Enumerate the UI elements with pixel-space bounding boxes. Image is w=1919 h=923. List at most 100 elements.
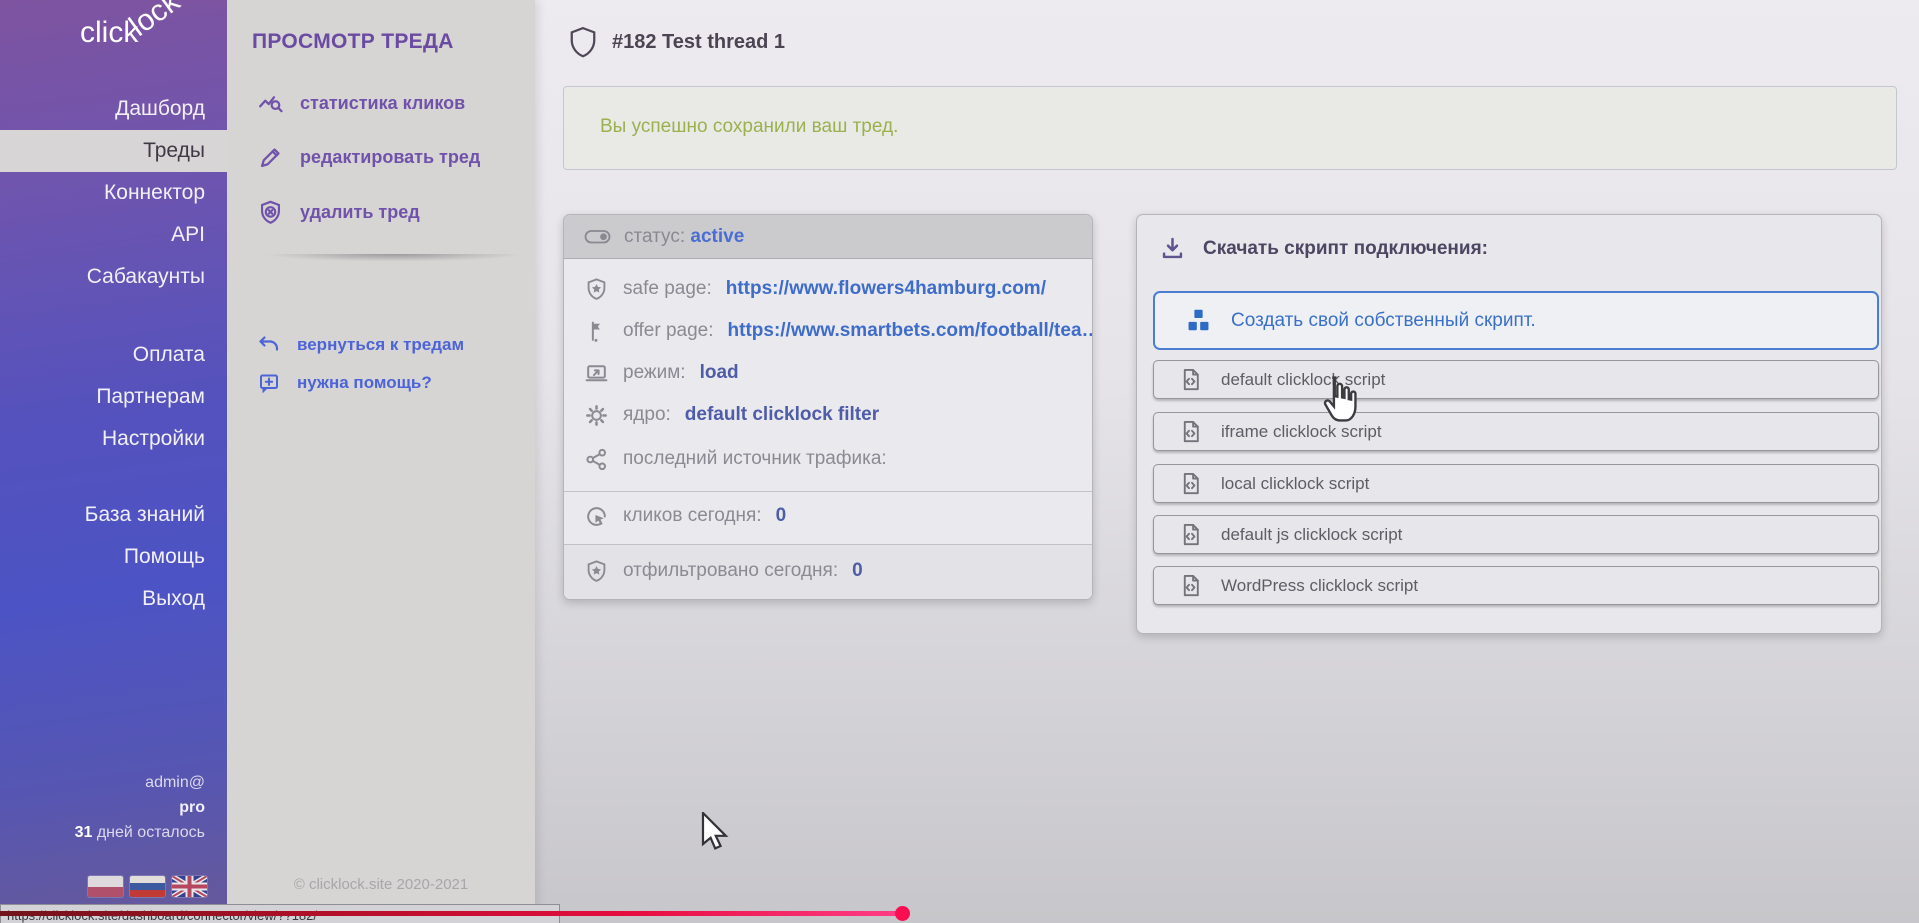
copyright: © clicklock.site 2020-2021 [227,876,535,893]
status-label: статус: [624,226,685,247]
thread-shield-icon [568,26,598,59]
code-file-icon [1178,522,1203,547]
sidebar-item-help[interactable]: Помощь [0,536,227,578]
mode-screen-icon [584,361,609,386]
success-alert-text: Вы успешно сохранили ваш тред. [600,116,898,138]
button-label: iframe clicklock script [1221,422,1382,442]
sidebar-item-payment[interactable]: Оплата [0,334,227,376]
sidebar-item-knowledge-base[interactable]: База знаний [0,494,227,536]
script-button-default-js[interactable]: default js clicklock script [1153,515,1879,554]
create-custom-script-button[interactable]: Создать свой собственный скрипт. [1153,291,1879,350]
clicklock-logo: clicklock [80,16,192,50]
download-panel-header: Скачать скрипт подключения: [1159,235,1488,262]
button-label: WordPress clicklock script [1221,576,1418,596]
button-label: local clicklock script [1221,474,1369,494]
sidebar-item-subaccounts[interactable]: Сабакаунты [0,256,227,298]
sidebar-item-logout[interactable]: Выход [0,578,227,620]
script-button-wordpress[interactable]: WordPress clicklock script [1153,566,1879,605]
download-scripts-panel: Скачать скрипт подключения: Создать свой… [1136,214,1882,634]
card-separator [564,491,1092,492]
video-progress-bar[interactable] [0,911,1919,916]
code-file-icon [1178,367,1203,392]
row-label: offer page: [623,320,714,342]
flag-pin-icon [584,319,609,344]
page-title: #182 Test thread 1 [612,31,785,54]
sidebar-item-settings[interactable]: Настройки [0,418,227,460]
row-value: default clicklock filter [685,404,879,426]
delete-shield-icon [257,199,284,226]
menu-item-label: редактировать тред [300,147,480,168]
panel-divider [251,254,537,264]
row-label: ядро: [623,404,671,426]
sidebar-item-connector[interactable]: Коннектор [0,172,227,214]
help-bubble-icon [257,371,281,395]
menu-item-edit-thread[interactable]: редактировать тред [257,142,480,172]
account-days-left: 31 дней осталось [75,820,205,845]
sidebar-item-partners[interactable]: Партнерам [0,376,227,418]
thread-menu-title: ПРОСМОТР ТРЕДА [252,30,454,54]
thread-status-card: статус: active safe page: https://www.fl… [563,214,1093,600]
link-back-to-threads[interactable]: вернуться к тредам [257,331,464,359]
row-value: 0 [776,505,787,527]
pencil-icon [257,144,284,171]
row-label: safe page: [623,278,712,300]
video-progress-dot[interactable] [895,906,910,921]
button-label: default js clicklock script [1221,525,1402,545]
status-row-clicks-today: кликов сегодня: 0 [584,502,786,530]
toggle-icon [584,228,611,245]
panel-link-label: вернуться к тредам [297,335,464,355]
cubes-icon [1183,305,1214,336]
row-value: 0 [852,560,863,582]
row-label: режим: [623,362,686,384]
status-row-offer-page: offer page: https://www.smartbets.com/fo… [584,317,1093,345]
status-value: active [690,226,744,247]
shield-star-icon [584,559,609,584]
mouse-cursor-arrow [700,812,730,852]
flag-uk[interactable] [172,876,207,897]
script-button-default[interactable]: default clicklock script [1153,360,1879,399]
panel-link-label: нужна помощь? [297,373,432,393]
click-circle-icon [584,504,609,529]
row-label: отфильтровано сегодня: [623,560,838,582]
gear-icon [584,403,609,428]
share-icon [584,447,609,472]
sidebar-item-api[interactable]: API [0,214,227,256]
success-alert: Вы успешно сохранили ваш тред. [563,86,1897,170]
account-info: admin@ pro 31 дней осталось [75,770,205,845]
status-row-safe-page: safe page: https://www.flowers4hamburg.c… [584,275,1046,303]
menu-item-label: статистика кликов [300,93,465,114]
link-need-help[interactable]: нужна помощь? [257,369,432,397]
shield-star-icon [584,277,609,302]
sidebar-nav: Дашборд Треды Коннектор API Сабакаунты О… [0,88,227,620]
offer-page-link[interactable]: https://www.smartbets.com/football/tea… [728,320,1093,342]
account-email: admin@ [75,770,205,795]
status-header: статус: active [564,215,1092,259]
row-value: load [700,362,739,384]
thread-menu-panel: ПРОСМОТР ТРЕДА статистика кликов редакти… [227,0,535,923]
download-icon [1159,235,1186,262]
script-button-iframe[interactable]: iframe clicklock script [1153,412,1879,451]
script-button-local[interactable]: local clicklock script [1153,464,1879,503]
menu-item-click-stats[interactable]: статистика кликов [257,88,465,118]
card-separator [564,544,1092,545]
language-switcher [88,876,207,897]
account-plan: pro [75,795,205,820]
status-row-filtered-today: отфильтровано сегодня: 0 [584,557,863,585]
code-file-icon [1178,471,1203,496]
video-progress-played [0,911,902,916]
download-panel-title: Скачать скрипт подключения: [1203,238,1488,260]
flag-poland[interactable] [88,876,123,897]
code-file-icon [1178,573,1203,598]
sidebar-item-threads[interactable]: Треды [0,130,227,172]
status-row-last-traffic-source: последний источник трафика: [584,445,901,473]
safe-page-link[interactable]: https://www.flowers4hamburg.com/ [726,278,1046,300]
sidebar-item-dashboard[interactable]: Дашборд [0,88,227,130]
sidebar: clicklock Дашборд Треды Коннектор API Са… [0,0,227,905]
undo-icon [257,333,281,357]
flag-russia[interactable] [130,876,165,897]
menu-item-delete-thread[interactable]: удалить тред [257,197,420,227]
code-file-icon [1178,419,1203,444]
status-row-mode: режим: load [584,359,739,387]
row-label: кликов сегодня: [623,505,762,527]
button-label: default clicklock script [1221,370,1385,390]
